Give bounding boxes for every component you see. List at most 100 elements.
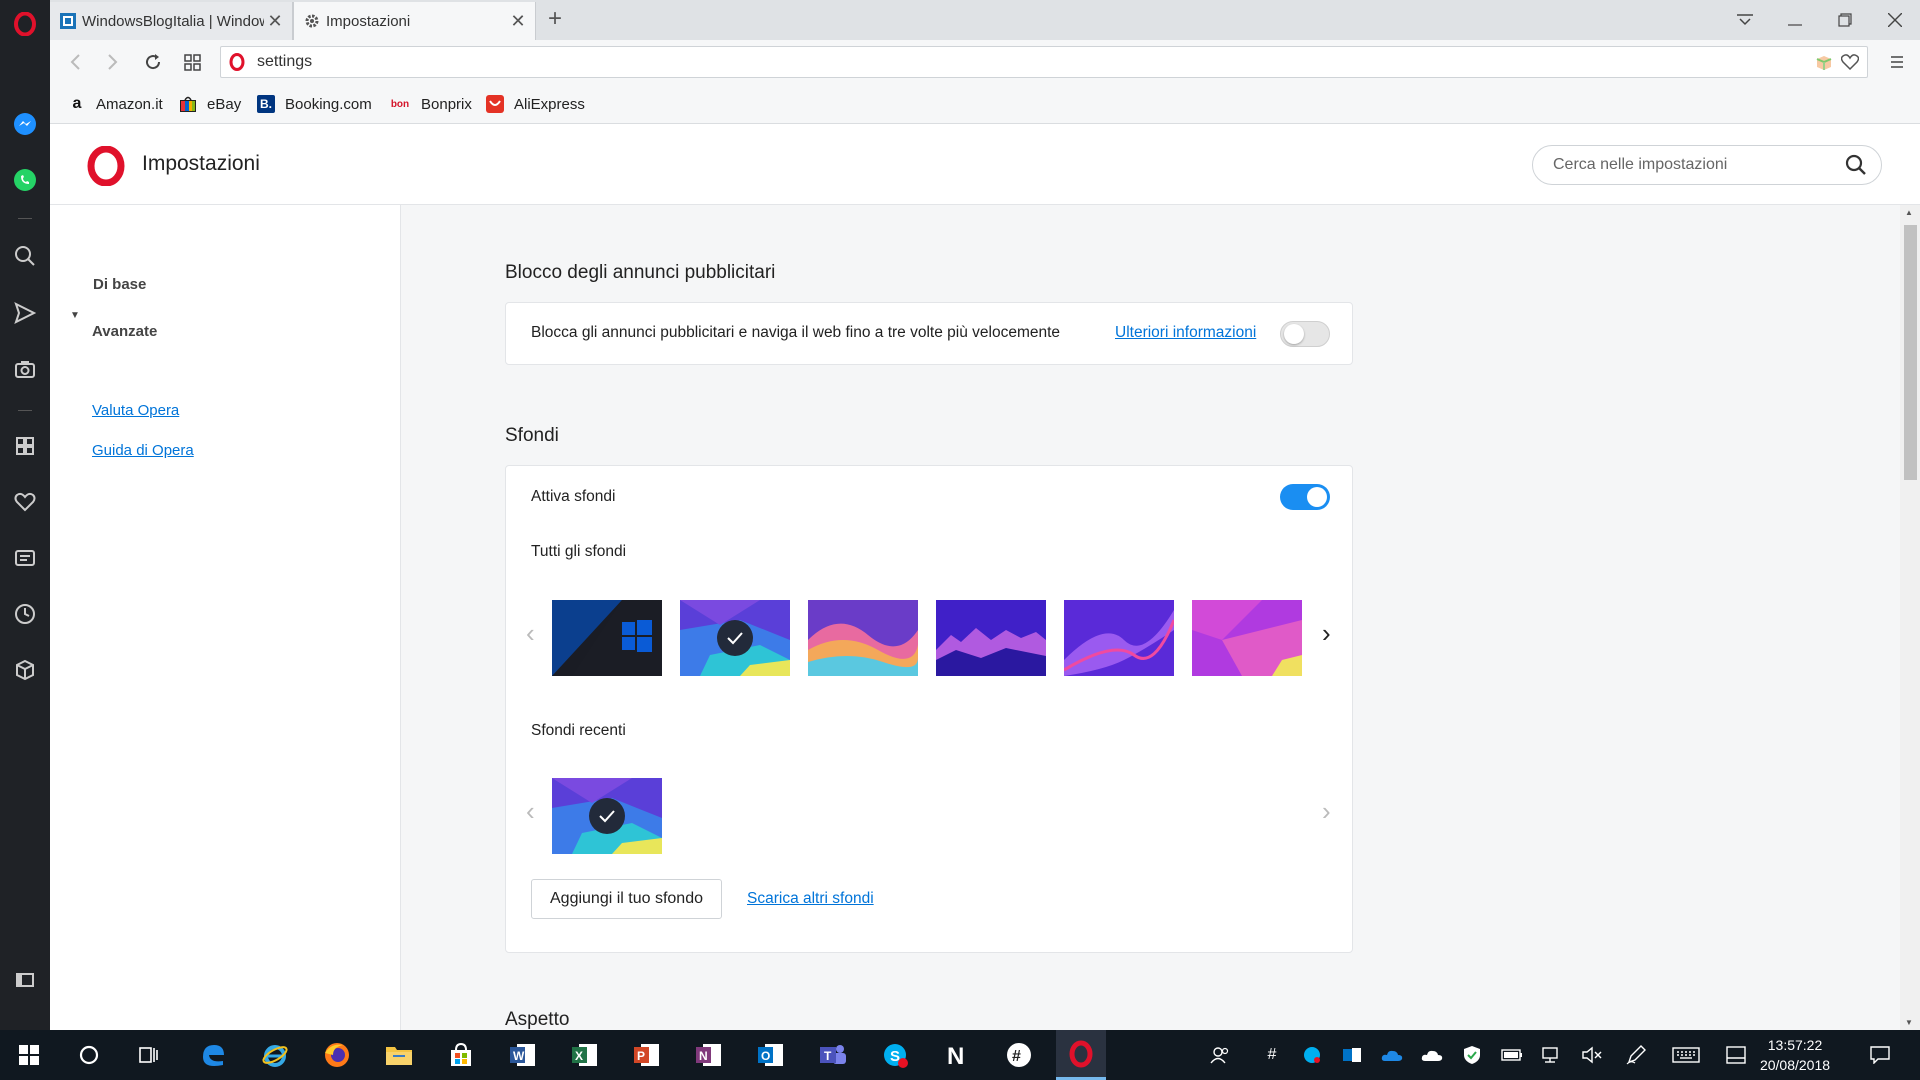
new-tab-button[interactable]: + <box>540 4 570 34</box>
settings-content: Blocco degli annunci pubblicitari Blocca… <box>401 205 1920 1030</box>
extensions-icon[interactable] <box>0 650 50 690</box>
edge-icon[interactable] <box>188 1030 238 1080</box>
slack-icon[interactable]: # <box>994 1030 1044 1080</box>
excel-icon[interactable]: X <box>560 1030 610 1080</box>
history-icon[interactable] <box>0 594 50 634</box>
pen-workspace-icon[interactable] <box>1616 1030 1656 1080</box>
send-icon[interactable] <box>0 293 50 333</box>
nav-advanced[interactable]: Avanzate <box>92 323 157 340</box>
wallpaper-thumb-ribbon[interactable] <box>1064 600 1174 676</box>
file-explorer-icon[interactable] <box>374 1030 424 1080</box>
messenger-icon[interactable] <box>0 104 50 144</box>
sidebar-toggle-icon[interactable] <box>0 960 50 1000</box>
wallpapers-prev-arrow[interactable]: ‹ <box>526 618 535 649</box>
defender-shield-icon[interactable] <box>1452 1030 1492 1080</box>
people-icon[interactable] <box>1200 1030 1240 1080</box>
download-wallpapers-link[interactable]: Scarica altri sfondi <box>747 890 874 908</box>
back-button[interactable] <box>60 47 90 77</box>
tab-menu-icon[interactable] <box>1720 0 1770 40</box>
clock-date: 20/08/2018 <box>1759 1057 1831 1073</box>
teams-icon[interactable]: T <box>808 1030 858 1080</box>
sidebar-divider <box>18 218 32 219</box>
wallpaper-thumb-mountains[interactable] <box>936 600 1046 676</box>
close-tab-icon[interactable]: ✕ <box>264 11 286 32</box>
outlook-icon[interactable]: O <box>746 1030 796 1080</box>
wallpaper-thumb-geometric-selected[interactable] <box>680 600 790 676</box>
opera-menu-icon[interactable] <box>0 4 50 44</box>
notion-icon[interactable]: N <box>932 1030 982 1080</box>
windows-taskbar: W X P N O T S N # # 13:57:22 20/08/2018 <box>0 1030 1920 1080</box>
adblock-toggle[interactable] <box>1280 321 1330 347</box>
touch-keyboard-icon[interactable] <box>1666 1030 1706 1080</box>
forward-button[interactable] <box>98 47 128 77</box>
cortana-icon[interactable] <box>64 1030 114 1080</box>
microsoft-store-icon[interactable] <box>436 1030 486 1080</box>
wallpaper-thumb-pink[interactable] <box>1192 600 1302 676</box>
bookmark-bonprix[interactable]: bon Bonprix <box>389 94 472 114</box>
recent-next-arrow[interactable]: › <box>1322 796 1331 827</box>
tab-windowsblogitalia[interactable]: WindowsBlogItalia | Windows ✕ <box>50 2 293 40</box>
wallpapers-next-arrow[interactable]: › <box>1322 618 1331 649</box>
whatsapp-icon[interactable] <box>0 160 50 200</box>
powerpoint-icon[interactable]: P <box>622 1030 672 1080</box>
onedrive-icon[interactable] <box>1372 1030 1412 1080</box>
page-scrollbar[interactable]: ▲ ▼ <box>1900 205 1920 1030</box>
close-tab-icon[interactable]: ✕ <box>507 11 529 32</box>
opera-taskbar-icon[interactable] <box>1056 1030 1106 1080</box>
heart-icon[interactable] <box>0 482 50 522</box>
bookmark-booking[interactable]: B. Booking.com <box>257 94 372 114</box>
volume-muted-icon[interactable] <box>1572 1030 1612 1080</box>
add-wallpaper-button[interactable]: Aggiungi il tuo sfondo <box>531 879 722 919</box>
scroll-down-icon[interactable]: ▼ <box>1905 1018 1913 1027</box>
settings-search-input[interactable]: Cerca nelle impostazioni <box>1532 145 1882 185</box>
tab-impostazioni[interactable]: Impostazioni ✕ <box>293 2 536 40</box>
onenote-icon[interactable]: N <box>684 1030 734 1080</box>
firefox-icon[interactable] <box>312 1030 362 1080</box>
scrollbar-thumb[interactable] <box>1904 225 1917 480</box>
bookmark-aliexpress[interactable]: AliExpress <box>486 94 585 114</box>
action-center-icon[interactable] <box>1860 1030 1900 1080</box>
appearance-section-title: Aspetto <box>505 1009 570 1030</box>
slack-tray-icon[interactable]: # <box>1252 1030 1292 1080</box>
search-icon[interactable] <box>0 236 50 276</box>
skype-tray-icon[interactable] <box>1292 1030 1332 1080</box>
task-view-icon[interactable] <box>124 1030 174 1080</box>
bookmark-heart-icon[interactable] <box>1840 54 1860 74</box>
tab-strip: WindowsBlogItalia | Windows ✕ Impostazio… <box>50 0 1920 40</box>
recent-wallpaper-thumb[interactable] <box>552 778 662 854</box>
recent-prev-arrow[interactable]: ‹ <box>526 796 535 827</box>
speed-dial-icon[interactable] <box>0 426 50 466</box>
gear-icon <box>304 13 320 29</box>
close-window-button[interactable] <box>1870 0 1920 40</box>
rate-opera-link[interactable]: Valuta Opera <box>92 402 179 419</box>
bookmark-amazon[interactable]: a Amazon.it <box>68 94 163 114</box>
reload-button[interactable] <box>138 47 168 77</box>
restore-button[interactable] <box>1820 0 1870 40</box>
word-icon[interactable]: W <box>498 1030 548 1080</box>
address-input[interactable]: settings <box>257 53 312 71</box>
scroll-up-icon[interactable]: ▲ <box>1905 208 1913 217</box>
network-icon[interactable] <box>1532 1030 1572 1080</box>
opera-help-link[interactable]: Guida di Opera <box>92 442 194 459</box>
wallpapers-toggle[interactable] <box>1280 484 1330 510</box>
news-icon[interactable] <box>0 538 50 578</box>
skype-icon[interactable]: S <box>870 1030 920 1080</box>
adblock-info-link[interactable]: Ulteriori informazioni <box>1115 324 1256 342</box>
tabs-overview-icon[interactable] <box>178 47 208 77</box>
battery-icon[interactable] <box>1492 1030 1532 1080</box>
onedrive-personal-icon[interactable] <box>1412 1030 1452 1080</box>
camera-icon[interactable] <box>0 349 50 389</box>
outlook-tray-icon[interactable] <box>1332 1030 1372 1080</box>
taskbar-clock[interactable]: 13:57:22 20/08/2018 <box>1750 1035 1840 1075</box>
internet-explorer-icon[interactable] <box>250 1030 300 1080</box>
bookmark-ebay[interactable]: eBay <box>179 94 241 114</box>
wallpaper-thumb-waves[interactable] <box>808 600 918 676</box>
windows-start-icon[interactable] <box>4 1030 54 1080</box>
wallpaper-thumb-windows[interactable] <box>552 600 662 676</box>
easy-setup-icon[interactable] <box>1882 47 1912 77</box>
search-icon[interactable] <box>1845 154 1867 176</box>
snapshot-box-icon[interactable] <box>1815 54 1833 76</box>
nav-basic[interactable]: Di base <box>93 276 146 293</box>
address-bar[interactable]: settings <box>220 46 1868 78</box>
minimize-button[interactable] <box>1770 0 1820 40</box>
